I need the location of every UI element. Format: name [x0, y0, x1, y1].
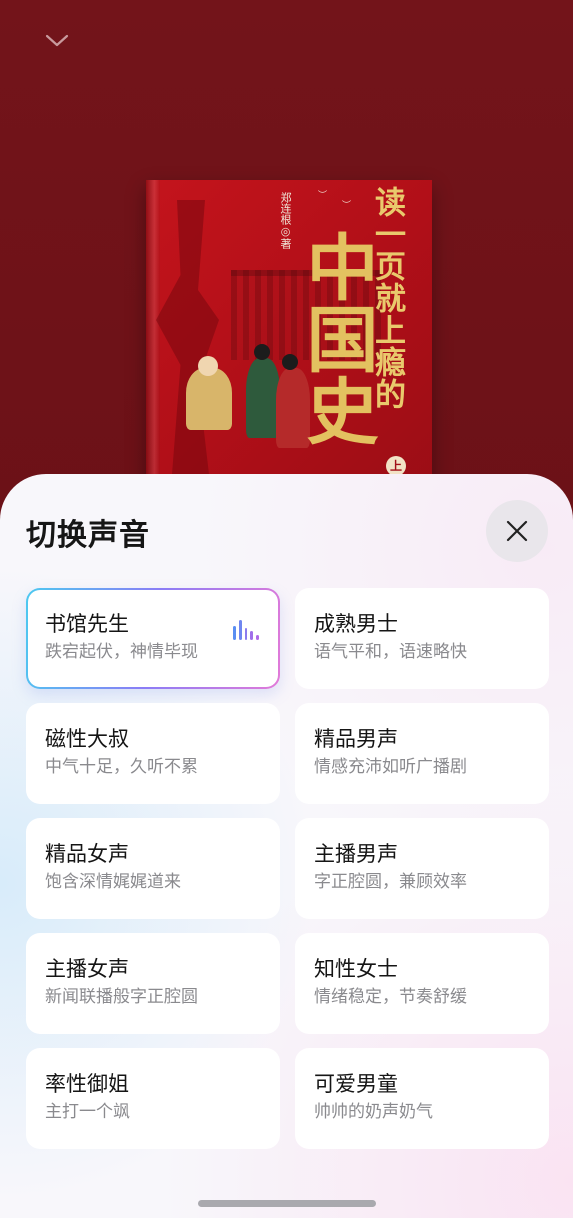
voice-card[interactable]: 精品女声 饱含深情娓娓道来 [26, 818, 280, 919]
book-figure [246, 358, 280, 438]
voice-card[interactable]: 主播女声 新闻联播般字正腔圆 [26, 933, 280, 1034]
voice-description: 情绪稳定，节奏舒缓 [314, 987, 467, 1007]
voice-name: 主播女声 [45, 957, 129, 981]
book-volume-badge: 上 [386, 456, 406, 476]
book-cover: ︶ ︶ 郑连根◎著 读一页就上瘾的 中国史 上 [146, 180, 432, 500]
voice-name: 精品男声 [314, 727, 398, 751]
voice-name: 成熟男士 [314, 612, 398, 636]
voice-description: 情感充沛如听广播剧 [314, 757, 467, 777]
voice-description: 帅帅的奶声奶气 [314, 1102, 433, 1122]
voice-description: 跌宕起伏，神情毕现 [45, 642, 198, 662]
voice-card[interactable]: 书馆先生 跌宕起伏，神情毕现 [26, 588, 280, 689]
audio-wave-icon [233, 618, 259, 640]
book-cover-brush-art [156, 200, 219, 500]
voice-card[interactable]: 主播男声 字正腔圆，兼顾效率 [295, 818, 549, 919]
voice-name: 主播男声 [314, 842, 398, 866]
book-figure-head [198, 356, 218, 376]
voice-name: 精品女声 [45, 842, 129, 866]
voice-description: 语气平和，语速略快 [314, 642, 467, 662]
book-figure-head [254, 344, 270, 360]
sheet-title: 切换声音 [26, 518, 150, 553]
voice-grid: 书馆先生 跌宕起伏，神情毕现 成熟男士 语气平和，语速略快 磁性大叔 中气十足，… [26, 588, 549, 1149]
voice-description: 主打一个飒 [45, 1102, 130, 1122]
voice-card[interactable]: 可爱男童 帅帅的奶声奶气 [295, 1048, 549, 1149]
close-button[interactable] [486, 500, 548, 562]
voice-card[interactable]: 知性女士 情绪稳定，节奏舒缓 [295, 933, 549, 1034]
book-figure [186, 368, 232, 430]
book-title-big: 中国史 [294, 230, 379, 446]
voice-name: 知性女士 [314, 957, 398, 981]
bird-icon: ︶ [318, 191, 328, 201]
voice-switch-sheet: 切换声音 书馆先生 跌宕起伏，神情毕现 成熟男士 语气平和，语速略快 磁性大叔 … [0, 474, 573, 1218]
voice-name: 磁性大叔 [45, 727, 129, 751]
voice-name: 率性御姐 [45, 1072, 129, 1096]
voice-description: 中气十足，久听不累 [45, 757, 198, 777]
voice-name: 可爱男童 [314, 1072, 398, 1096]
voice-card[interactable]: 磁性大叔 中气十足，久听不累 [26, 703, 280, 804]
book-spine [146, 180, 160, 500]
voice-description: 新闻联播般字正腔圆 [45, 987, 198, 1007]
voice-card[interactable]: 精品男声 情感充沛如听广播剧 [295, 703, 549, 804]
chevron-down-icon[interactable] [40, 28, 74, 54]
bird-icon: ︶ [342, 201, 352, 211]
home-indicator[interactable] [198, 1200, 376, 1207]
voice-description: 饱含深情娓娓道来 [45, 872, 181, 892]
close-icon [506, 520, 528, 542]
voice-card[interactable]: 率性御姐 主打一个飒 [26, 1048, 280, 1149]
voice-description: 字正腔圆，兼顾效率 [314, 872, 467, 892]
book-author: 郑连根◎著 [279, 192, 292, 249]
voice-card[interactable]: 成熟男士 语气平和，语速略快 [295, 588, 549, 689]
